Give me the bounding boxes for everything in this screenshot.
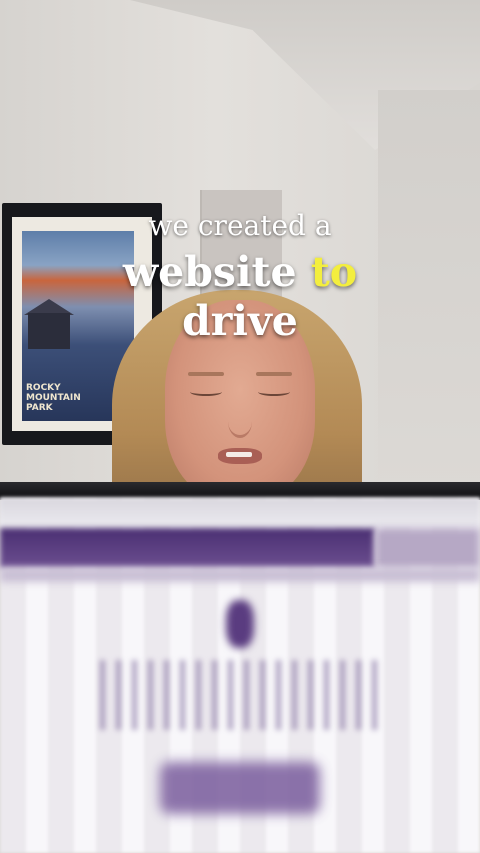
caption-line-2: website to <box>0 252 480 293</box>
screen-blurred-button <box>160 762 320 814</box>
caption-word-website: website <box>122 248 297 296</box>
left-eyebrow <box>188 372 224 376</box>
screen-header-band-right <box>375 528 480 568</box>
caption-word-drive: drive <box>182 297 298 345</box>
nose <box>228 405 252 438</box>
caption-word-to-highlight: to <box>310 248 358 296</box>
screen-browser-bar <box>0 498 480 528</box>
caption-line-1: we created a <box>0 212 480 240</box>
left-eye <box>190 388 222 396</box>
caption-line-3: drive <box>0 301 480 342</box>
video-frame: ROCKY MOUNTAIN PARK we created a website… <box>0 0 480 853</box>
right-eye <box>258 388 290 396</box>
caption-text-1: we created a <box>148 209 332 242</box>
screen-subheader-band <box>0 568 480 582</box>
screen-header-band <box>0 528 375 568</box>
teeth <box>226 452 252 457</box>
screen-blurred-logo <box>226 600 254 648</box>
screen-blurred-text <box>100 660 380 730</box>
right-eyebrow <box>256 372 292 376</box>
